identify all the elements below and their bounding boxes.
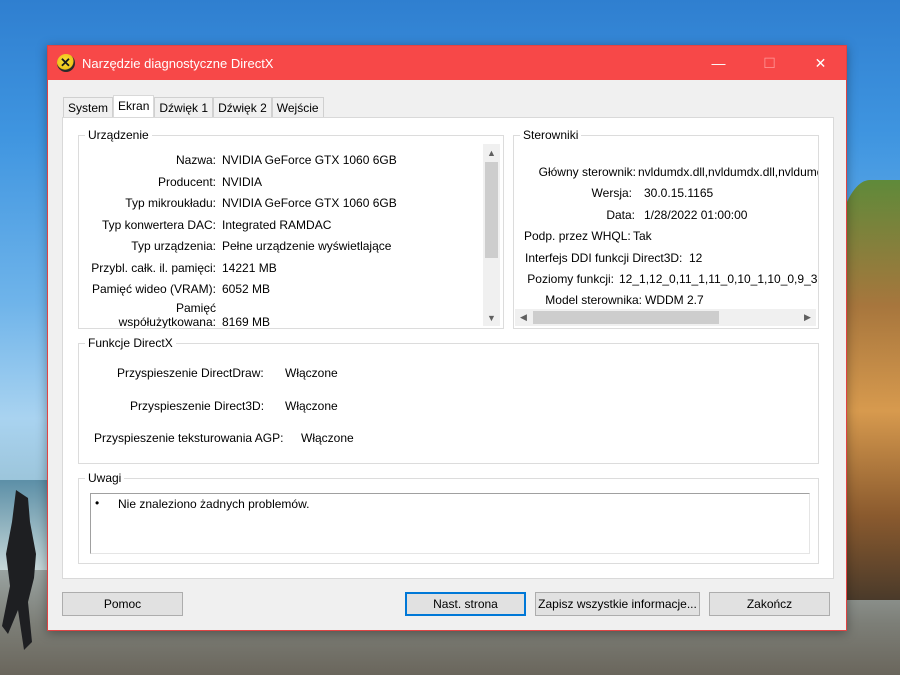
device-row-value: NVIDIA GeForce GTX 1060 6GB <box>222 196 397 210</box>
device-vertical-scrollbar[interactable]: ▲ ▼ <box>483 144 500 326</box>
driver-row-value: 30.0.15.1165 <box>644 186 714 200</box>
device-row-label: Przybl. całk. il. pamięci: <box>91 261 216 275</box>
tab-sound-2[interactable]: Dźwięk 2 <box>213 97 272 118</box>
scroll-up-icon[interactable]: ▲ <box>483 144 500 161</box>
scroll-right-icon[interactable]: ▶ <box>799 309 816 326</box>
feature-row-value: Włączone <box>301 431 354 445</box>
device-row-value: NVIDIA GeForce GTX 1060 6GB <box>222 153 397 167</box>
next-page-button[interactable]: Nast. strona <box>405 592 526 616</box>
feature-row-label: Przyspieszenie DirectDraw: <box>117 366 264 380</box>
driver-row-label: Interfejs DDI funkcji Direct3D: <box>525 251 683 265</box>
driver-row-value: Tak <box>633 229 652 243</box>
feature-row-label: Przyspieszenie Direct3D: <box>130 399 265 413</box>
exit-button[interactable]: Zakończ <box>709 592 830 616</box>
driver-row-label: Poziomy funkcji: <box>527 272 614 286</box>
directx-features-group: Funkcje DirectX Przyspieszenie DirectDra… <box>78 336 819 464</box>
drivers-horizontal-scrollbar[interactable]: ◀ ▶ <box>515 309 816 326</box>
driver-row-label: Główny sterownik: <box>538 165 636 179</box>
directx-app-icon <box>57 54 75 72</box>
device-group: Urządzenie Nazwa: NVIDIA GeForce GTX 106… <box>78 128 504 329</box>
device-row-value: 14221 MB <box>222 261 277 275</box>
driver-row-value: nvldumdx.dll,nvldumdx.dll,nvldumdx.dll,n… <box>638 165 818 179</box>
tab-sound-1[interactable]: Dźwięk 1 <box>154 97 214 118</box>
maximize-button[interactable]: ☐ <box>744 46 795 80</box>
drivers-group: Sterowniki Główny sterownik: nvldumdx.dl… <box>513 128 819 329</box>
tab-input[interactable]: Wejście <box>271 97 324 118</box>
scroll-left-icon[interactable]: ◀ <box>515 309 532 326</box>
close-button[interactable]: ✕ <box>795 46 846 80</box>
feature-row-value: Włączone <box>285 399 338 413</box>
notes-textbox[interactable]: • Nie znaleziono żadnych problemów. <box>90 493 810 554</box>
driver-row-value: 1/28/2022 01:00:00 <box>644 208 748 222</box>
driver-row-value: 12_1,12_0,11_1,11_0,10_1,10_0,9_3,9_2,9_… <box>619 272 818 286</box>
scroll-down-icon[interactable]: ▼ <box>483 309 500 326</box>
shared-memory-label-line1: Pamięć <box>175 301 216 315</box>
tab-strip: System Ekran Dźwięk 1 Dźwięk 2 Wejście <box>63 95 324 119</box>
shared-memory-label-line2: współużytkowana: <box>118 315 216 328</box>
window-title: Narzędzie diagnostyczne DirectX <box>82 55 274 71</box>
driver-row-label: Data: <box>606 208 635 222</box>
device-row-value: Pełne urządzenie wyświetlające <box>222 239 392 253</box>
driver-row-label: Podp. przez WHQL: <box>524 229 631 243</box>
title-bar[interactable]: Narzędzie diagnostyczne DirectX — ☐ ✕ <box>48 46 846 80</box>
save-all-information-button[interactable]: Zapisz wszystkie informacje... <box>535 592 700 616</box>
feature-row-label: Przyspieszenie teksturowania AGP: <box>94 431 284 445</box>
minimize-button[interactable]: — <box>693 46 744 80</box>
help-button[interactable]: Pomoc <box>62 592 183 616</box>
device-row-label: Pamięć współużytkowana: <box>79 301 216 328</box>
device-row-value: NVIDIA <box>222 175 263 189</box>
dxdiag-window: Narzędzie diagnostyczne DirectX — ☐ ✕ Sy… <box>47 45 847 631</box>
device-row-label: Producent: <box>157 175 216 189</box>
device-row-label: Typ konwertera DAC: <box>101 218 216 232</box>
device-row-label: Typ urządzenia: <box>131 239 216 253</box>
notes-group-label: Uwagi <box>85 471 125 485</box>
device-row-label: Typ mikroukładu: <box>125 196 216 210</box>
driver-row-value: WDDM 2.7 <box>645 293 704 307</box>
device-info-list: Nazwa: NVIDIA GeForce GTX 1060 6GB Produ… <box>79 136 483 328</box>
display-tab-panel: Urządzenie Nazwa: NVIDIA GeForce GTX 106… <box>62 117 834 579</box>
notes-bullet: • <box>95 496 100 510</box>
device-row-value: 8169 MB <box>222 315 271 328</box>
device-row-label: Pamięć wideo (VRAM): <box>91 282 216 296</box>
driver-info-list: Główny sterownik: nvldumdx.dll,nvldumdx.… <box>514 136 818 308</box>
notes-group: Uwagi • Nie znaleziono żadnych problemów… <box>78 471 819 564</box>
device-row-value: Integrated RAMDAC <box>222 218 332 232</box>
directx-features-label: Funkcje DirectX <box>85 336 176 350</box>
feature-row-value: Włączone <box>285 366 338 380</box>
scrollbar-thumb[interactable] <box>533 311 719 324</box>
device-row-label: Nazwa: <box>175 153 216 167</box>
tab-display[interactable]: Ekran <box>113 95 155 119</box>
tab-system[interactable]: System <box>63 97 114 118</box>
notes-text: Nie znaleziono żadnych problemów. <box>118 497 310 511</box>
driver-row-label: Wersja: <box>591 186 632 200</box>
scrollbar-thumb[interactable] <box>485 162 498 258</box>
device-row-value: 6052 MB <box>222 282 271 296</box>
driver-row-value: 12 <box>689 251 703 265</box>
driver-row-label: Model sterownika: <box>545 293 642 307</box>
